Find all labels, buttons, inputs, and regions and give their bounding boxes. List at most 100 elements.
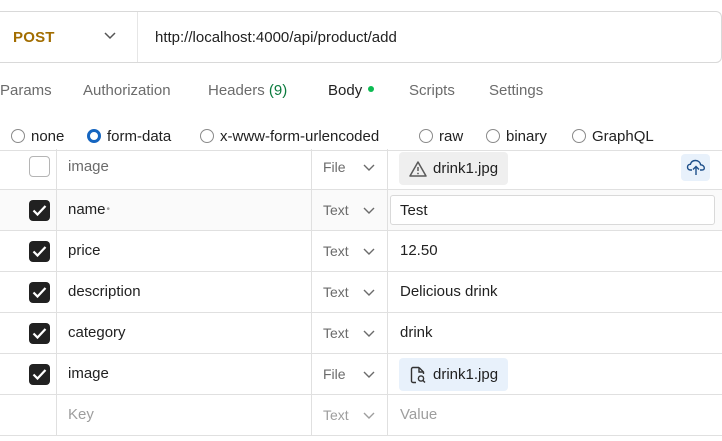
checkbox-cell — [0, 149, 57, 189]
key-cell[interactable]: name• — [57, 190, 312, 230]
tab-scripts[interactable]: Scripts — [409, 82, 455, 99]
checkmark-icon — [32, 369, 47, 381]
value-cell: drink1.jpg — [388, 354, 722, 394]
body-type-label: none — [31, 128, 65, 145]
body-type-label: binary — [506, 128, 547, 145]
key-text: price — [68, 242, 101, 259]
table-row: image File drink1.jpg — [0, 149, 722, 190]
method-selector[interactable]: POST — [0, 12, 138, 62]
type-selector[interactable]: Text — [312, 395, 388, 435]
key-cell[interactable]: Key — [57, 395, 312, 435]
chevron-down-icon — [363, 330, 375, 337]
table-row: name• Text Test — [0, 190, 722, 231]
key-label: name — [68, 201, 106, 218]
method-label: POST — [13, 29, 55, 46]
value-cell[interactable]: Delicious drink — [388, 272, 722, 312]
file-chip[interactable]: drink1.jpg — [399, 152, 509, 185]
type-text: File — [323, 366, 346, 382]
value-cell[interactable]: drink1.jpg — [388, 149, 722, 189]
table-row: description Text Delicious drink — [0, 272, 722, 313]
key-cell[interactable]: image — [57, 354, 312, 394]
row-checkbox[interactable] — [29, 282, 50, 303]
value-text: Delicious drink — [400, 283, 498, 300]
chevron-down-icon — [363, 289, 375, 296]
type-selector[interactable]: Text — [312, 272, 388, 312]
type-text: Text — [323, 243, 349, 259]
type-selector[interactable]: File — [312, 149, 388, 189]
value-cell: Test — [388, 190, 722, 230]
radio-checked-icon — [87, 129, 101, 143]
tab-body[interactable]: Body — [328, 82, 375, 99]
radio-icon — [419, 129, 433, 143]
table-row: price Text 12.50 — [0, 231, 722, 272]
type-text: Text — [323, 325, 349, 341]
upload-button[interactable] — [681, 154, 710, 181]
value-cell[interactable]: drink — [388, 313, 722, 353]
row-checkbox[interactable] — [29, 364, 50, 385]
chevron-down-icon — [363, 371, 375, 378]
key-text: image — [68, 365, 109, 382]
checkmark-icon — [32, 205, 47, 217]
row-checkbox[interactable] — [29, 323, 50, 344]
type-selector[interactable]: Text — [312, 190, 388, 230]
cloud-upload-icon — [686, 159, 706, 175]
row-checkbox[interactable] — [29, 200, 50, 221]
type-selector[interactable]: File — [312, 354, 388, 394]
type-selector[interactable]: Text — [312, 313, 388, 353]
key-placeholder: Key — [68, 406, 94, 423]
body-type-selector: none form-data x-www-form-urlencoded raw… — [0, 126, 722, 150]
value-placeholder: Value — [400, 406, 438, 423]
value-text: drink — [400, 324, 433, 341]
table-row: image File drink1.jpg — [0, 354, 722, 395]
table-row-new: Key Text Value — [0, 395, 722, 436]
tab-authorization[interactable]: Authorization — [83, 82, 171, 99]
checkbox-cell — [0, 354, 57, 394]
key-cell[interactable]: category — [57, 313, 312, 353]
file-name: drink1.jpg — [433, 160, 499, 177]
row-checkbox[interactable] — [29, 156, 50, 177]
request-url-bar: POST http://localhost:4000/api/product/a… — [0, 11, 722, 63]
tab-headers-label: Headers — [208, 82, 265, 99]
type-text: File — [323, 159, 346, 175]
key-text: name• — [68, 201, 110, 218]
key-text: image — [68, 158, 109, 175]
body-type-label: raw — [439, 128, 464, 145]
key-cell[interactable]: description — [57, 272, 312, 312]
radio-icon — [200, 129, 214, 143]
chevron-down-icon — [104, 32, 116, 40]
url-input[interactable]: http://localhost:4000/api/product/add — [155, 29, 397, 46]
type-text: Text — [323, 284, 349, 300]
key-text: description — [68, 283, 141, 300]
tab-params[interactable]: Params — [0, 82, 52, 99]
checkmark-icon — [32, 287, 47, 299]
type-text: Text — [323, 202, 349, 218]
tab-headers[interactable]: Headers (9) — [208, 82, 287, 99]
key-cell[interactable]: image — [57, 149, 312, 189]
checkbox-cell — [0, 272, 57, 312]
key-text: category — [68, 324, 126, 341]
checkmark-icon — [32, 328, 47, 340]
body-type-label: form-data — [107, 128, 172, 145]
key-cell[interactable]: price — [57, 231, 312, 271]
form-data-table: image File drink1.jpg name• Text Test pr… — [0, 149, 722, 436]
value-text: 12.50 — [400, 242, 438, 259]
tab-body-label: Body — [328, 82, 363, 99]
file-chip[interactable]: drink1.jpg — [399, 358, 509, 391]
type-selector[interactable]: Text — [312, 231, 388, 271]
checkbox-cell — [0, 190, 57, 230]
radio-icon — [11, 129, 25, 143]
checkbox-cell — [0, 395, 57, 435]
value-text: Test — [400, 202, 428, 219]
value-cell[interactable]: 12.50 — [388, 231, 722, 271]
value-input[interactable]: Test — [390, 195, 715, 225]
chevron-down-icon — [363, 412, 375, 419]
chevron-down-icon — [363, 207, 375, 214]
tab-settings[interactable]: Settings — [489, 82, 543, 99]
required-dot-icon: • — [106, 204, 111, 215]
warning-icon — [409, 161, 427, 177]
value-cell[interactable]: Value — [388, 395, 722, 435]
radio-icon — [486, 129, 500, 143]
radio-icon — [572, 129, 586, 143]
file-name: drink1.jpg — [433, 366, 499, 383]
row-checkbox[interactable] — [29, 241, 50, 262]
